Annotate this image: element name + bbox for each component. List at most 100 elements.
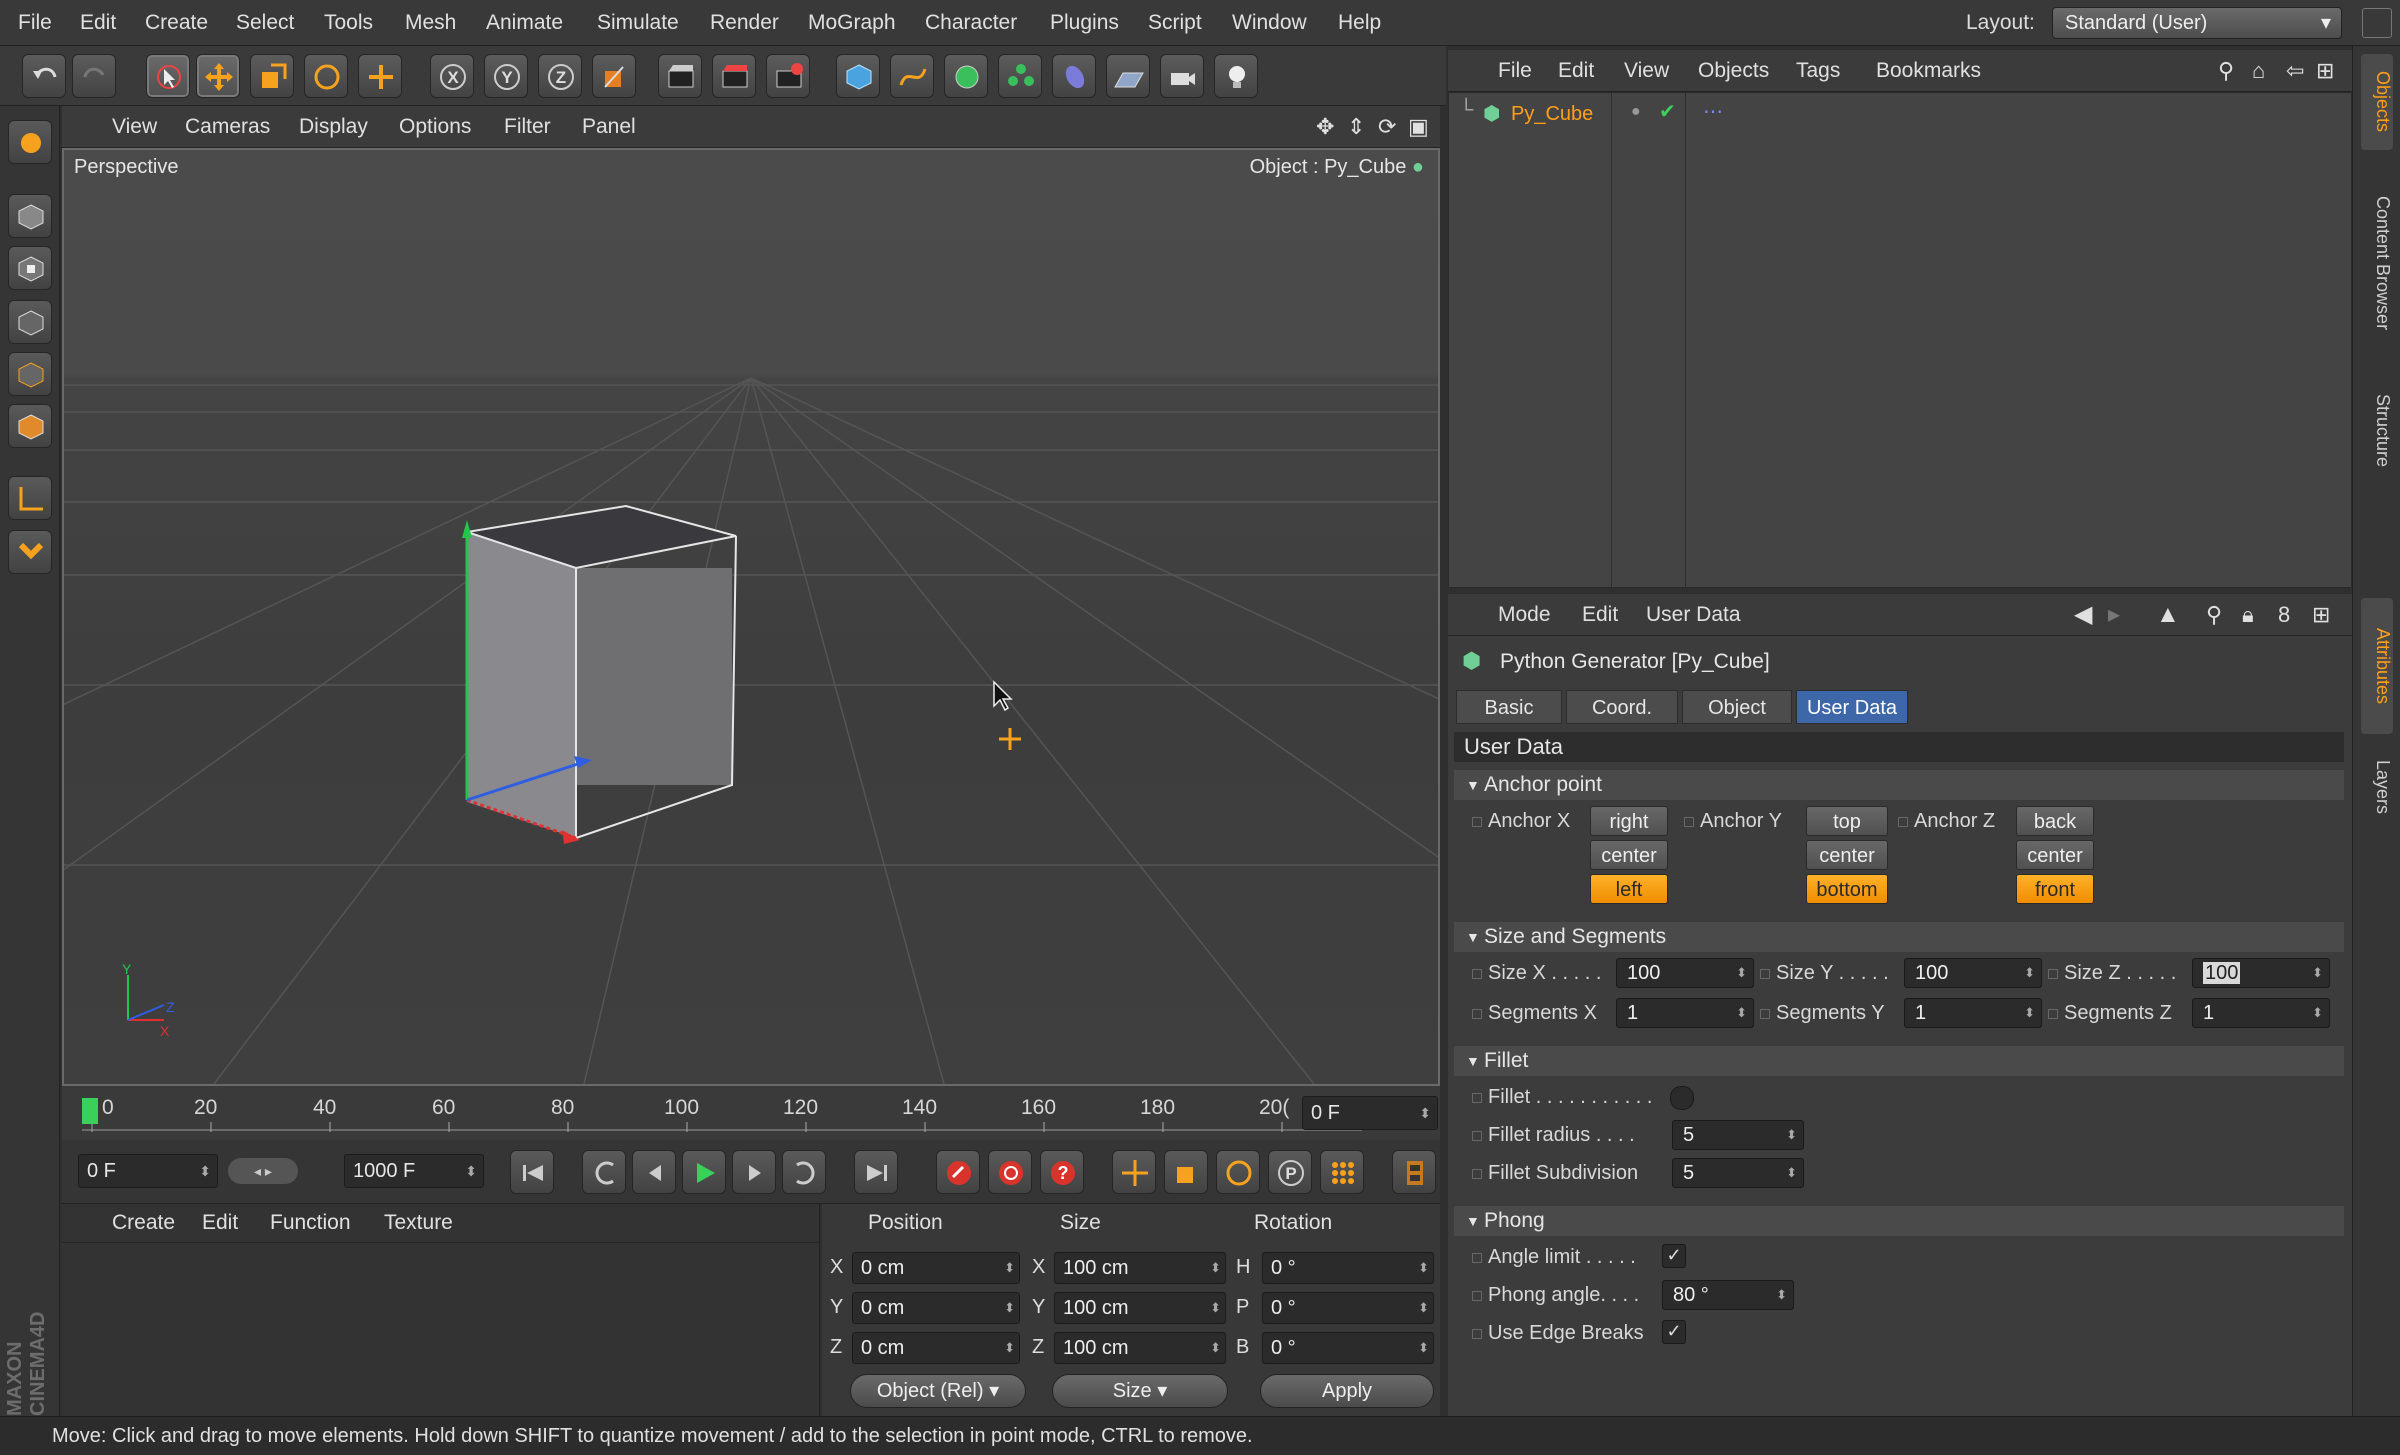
objects-menu-file[interactable]: File <box>1498 50 1532 92</box>
size-z-input[interactable]: 100 ⬍ <box>2192 958 2330 988</box>
anchor-x-right-button[interactable]: right <box>1590 806 1668 836</box>
array-object-button[interactable] <box>998 54 1042 98</box>
x-axis-lock-button[interactable]: X <box>430 54 474 98</box>
anchor-y-top-button[interactable]: top <box>1806 806 1888 836</box>
live-selection-button[interactable] <box>146 54 190 98</box>
camera-object-button[interactable] <box>1160 54 1204 98</box>
position-z-field[interactable]: 0 cm ⬍ <box>852 1332 1020 1364</box>
zoom-view-icon[interactable]: ⇕ <box>1347 106 1365 148</box>
keyframe-selection-button[interactable]: ? <box>1040 1150 1084 1194</box>
polygons-mode-button[interactable] <box>8 404 52 448</box>
menu-file[interactable]: File <box>18 0 52 46</box>
key-position-button[interactable] <box>1112 1150 1156 1194</box>
side-tab-attributes[interactable]: Attributes <box>2361 598 2393 734</box>
render-view-button[interactable] <box>658 54 702 98</box>
segments-y-input[interactable]: 1 ⬍ <box>1904 998 2042 1028</box>
render-settings-button[interactable] <box>766 54 810 98</box>
fillet-radius-input[interactable]: 5 ⬍ <box>1672 1120 1804 1150</box>
menu-plugins[interactable]: Plugins <box>1050 0 1119 46</box>
arrow-icon[interactable]: ⇦ <box>2286 50 2304 92</box>
current-frame-field[interactable]: 0 F ⬍ <box>1302 1096 1438 1130</box>
menu-render[interactable]: Render <box>710 0 779 46</box>
menu-mograph[interactable]: MoGraph <box>808 0 896 46</box>
material-menu-create[interactable]: Create <box>112 1204 175 1242</box>
previous-key-button[interactable] <box>582 1150 626 1194</box>
pan-view-icon[interactable]: ✥ <box>1316 106 1334 148</box>
position-y-field[interactable]: 0 cm ⬍ <box>852 1292 1020 1324</box>
attributes-menu-mode[interactable]: Mode <box>1498 594 1551 636</box>
anchor-x-center-button[interactable]: center <box>1590 840 1668 870</box>
next-frame-button[interactable] <box>732 1150 776 1194</box>
anchor-z-center-button[interactable]: center <box>2016 840 2094 870</box>
menu-tools[interactable]: Tools <box>324 0 373 46</box>
forward-arrow-icon[interactable]: ▸ <box>2108 594 2120 636</box>
model-mode-button[interactable] <box>8 194 52 238</box>
make-editable-button[interactable] <box>8 120 52 164</box>
back-arrow-icon[interactable]: ◀ <box>2074 594 2092 636</box>
light-object-button[interactable] <box>1214 54 1258 98</box>
timeline[interactable]: 0 20 40 60 80 100 120 140 160 180 20( 0 … <box>62 1086 1440 1140</box>
viewport-menu-filter[interactable]: Filter <box>504 106 551 148</box>
frame-range-slider[interactable]: ◂ ▸ <box>228 1158 298 1184</box>
material-menu-edit[interactable]: Edit <box>202 1204 238 1242</box>
menu-select[interactable]: Select <box>236 0 294 46</box>
key-scale-button[interactable] <box>1164 1150 1208 1194</box>
material-manager[interactable]: Create Edit Function Texture <box>62 1204 820 1416</box>
attributes-menu-edit[interactable]: Edit <box>1582 594 1618 636</box>
size-y-input[interactable]: 100 ⬍ <box>1904 958 2042 988</box>
coordinate-system-button[interactable] <box>592 54 636 98</box>
toggle-view-icon[interactable]: ▣ <box>1408 106 1429 148</box>
menu-simulate[interactable]: Simulate <box>597 0 679 46</box>
segments-z-input[interactable]: 1 ⬍ <box>2192 998 2330 1028</box>
texture-mode-button[interactable] <box>8 246 52 290</box>
fillet-checkbox[interactable] <box>1670 1086 1694 1110</box>
size-x-field[interactable]: 100 cm ⬍ <box>1054 1252 1226 1284</box>
cube-object-button[interactable] <box>836 54 880 98</box>
size-mode-dropdown[interactable]: Size ▾ <box>1052 1374 1228 1408</box>
rotation-p-field[interactable]: 0 ° ⬍ <box>1262 1292 1434 1324</box>
size-x-input[interactable]: 100 ⬍ <box>1616 958 1754 988</box>
objects-menu-objects[interactable]: Objects <box>1698 50 1769 92</box>
record-keys-button[interactable] <box>936 1150 980 1194</box>
search-icon[interactable]: ⚲ <box>2206 594 2222 636</box>
axis-mode-button[interactable] <box>8 476 52 520</box>
menu-help[interactable]: Help <box>1338 0 1381 46</box>
home-icon[interactable]: ⌂ <box>2252 50 2265 92</box>
scale-tool-button[interactable] <box>250 54 294 98</box>
visibility-dot-icon[interactable]: ● <box>1631 103 1641 121</box>
phong-group[interactable]: ▼ Phong <box>1454 1206 2344 1236</box>
anchor-y-bottom-button[interactable]: bottom <box>1806 874 1888 904</box>
redo-button[interactable] <box>72 54 116 98</box>
viewport-menu-view[interactable]: View <box>112 106 157 148</box>
start-frame-field[interactable]: 0 F ⬍ <box>78 1154 218 1188</box>
tab-user-data[interactable]: User Data <box>1796 690 1908 724</box>
phong-angle-input[interactable]: 80 ° ⬍ <box>1662 1280 1794 1310</box>
undo-button[interactable] <box>22 54 66 98</box>
rotate-view-icon[interactable]: ⟳ <box>1378 106 1396 148</box>
menu-animate[interactable]: Animate <box>486 0 563 46</box>
next-key-button[interactable] <box>782 1150 826 1194</box>
lock-icon[interactable]: 🔒︎ <box>2242 594 2254 636</box>
object-name[interactable]: Py_Cube <box>1511 103 1593 126</box>
objects-menu-edit[interactable]: Edit <box>1558 50 1594 92</box>
fillet-subdivision-input[interactable]: 5 ⬍ <box>1672 1158 1804 1188</box>
use-edge-breaks-checkbox[interactable]: ✓ <box>1662 1320 1686 1344</box>
attributes-menu-user-data[interactable]: User Data <box>1646 594 1741 636</box>
side-tab-layers[interactable]: Layers <box>2361 742 2393 832</box>
tab-basic[interactable]: Basic <box>1456 690 1562 724</box>
key-rotation-button[interactable] <box>1216 1150 1260 1194</box>
autokeying-button[interactable] <box>988 1150 1032 1194</box>
render-to-picture-viewer-button[interactable] <box>712 54 756 98</box>
material-menu-function[interactable]: Function <box>270 1204 351 1242</box>
apply-button[interactable]: Apply <box>1260 1374 1434 1408</box>
rotation-b-field[interactable]: 0 ° ⬍ <box>1262 1332 1434 1364</box>
size-z-field[interactable]: 100 cm ⬍ <box>1054 1332 1226 1364</box>
menu-window[interactable]: Window <box>1232 0 1307 46</box>
tag-icon[interactable]: ⋯ <box>1703 99 1723 124</box>
fillet-group[interactable]: ▼ Fillet <box>1454 1046 2344 1076</box>
spline-pen-button[interactable] <box>890 54 934 98</box>
segments-x-input[interactable]: 1 ⬍ <box>1616 998 1754 1028</box>
z-axis-lock-button[interactable]: Z <box>538 54 582 98</box>
go-to-start-button[interactable] <box>510 1150 554 1194</box>
menu-mesh[interactable]: Mesh <box>405 0 456 46</box>
